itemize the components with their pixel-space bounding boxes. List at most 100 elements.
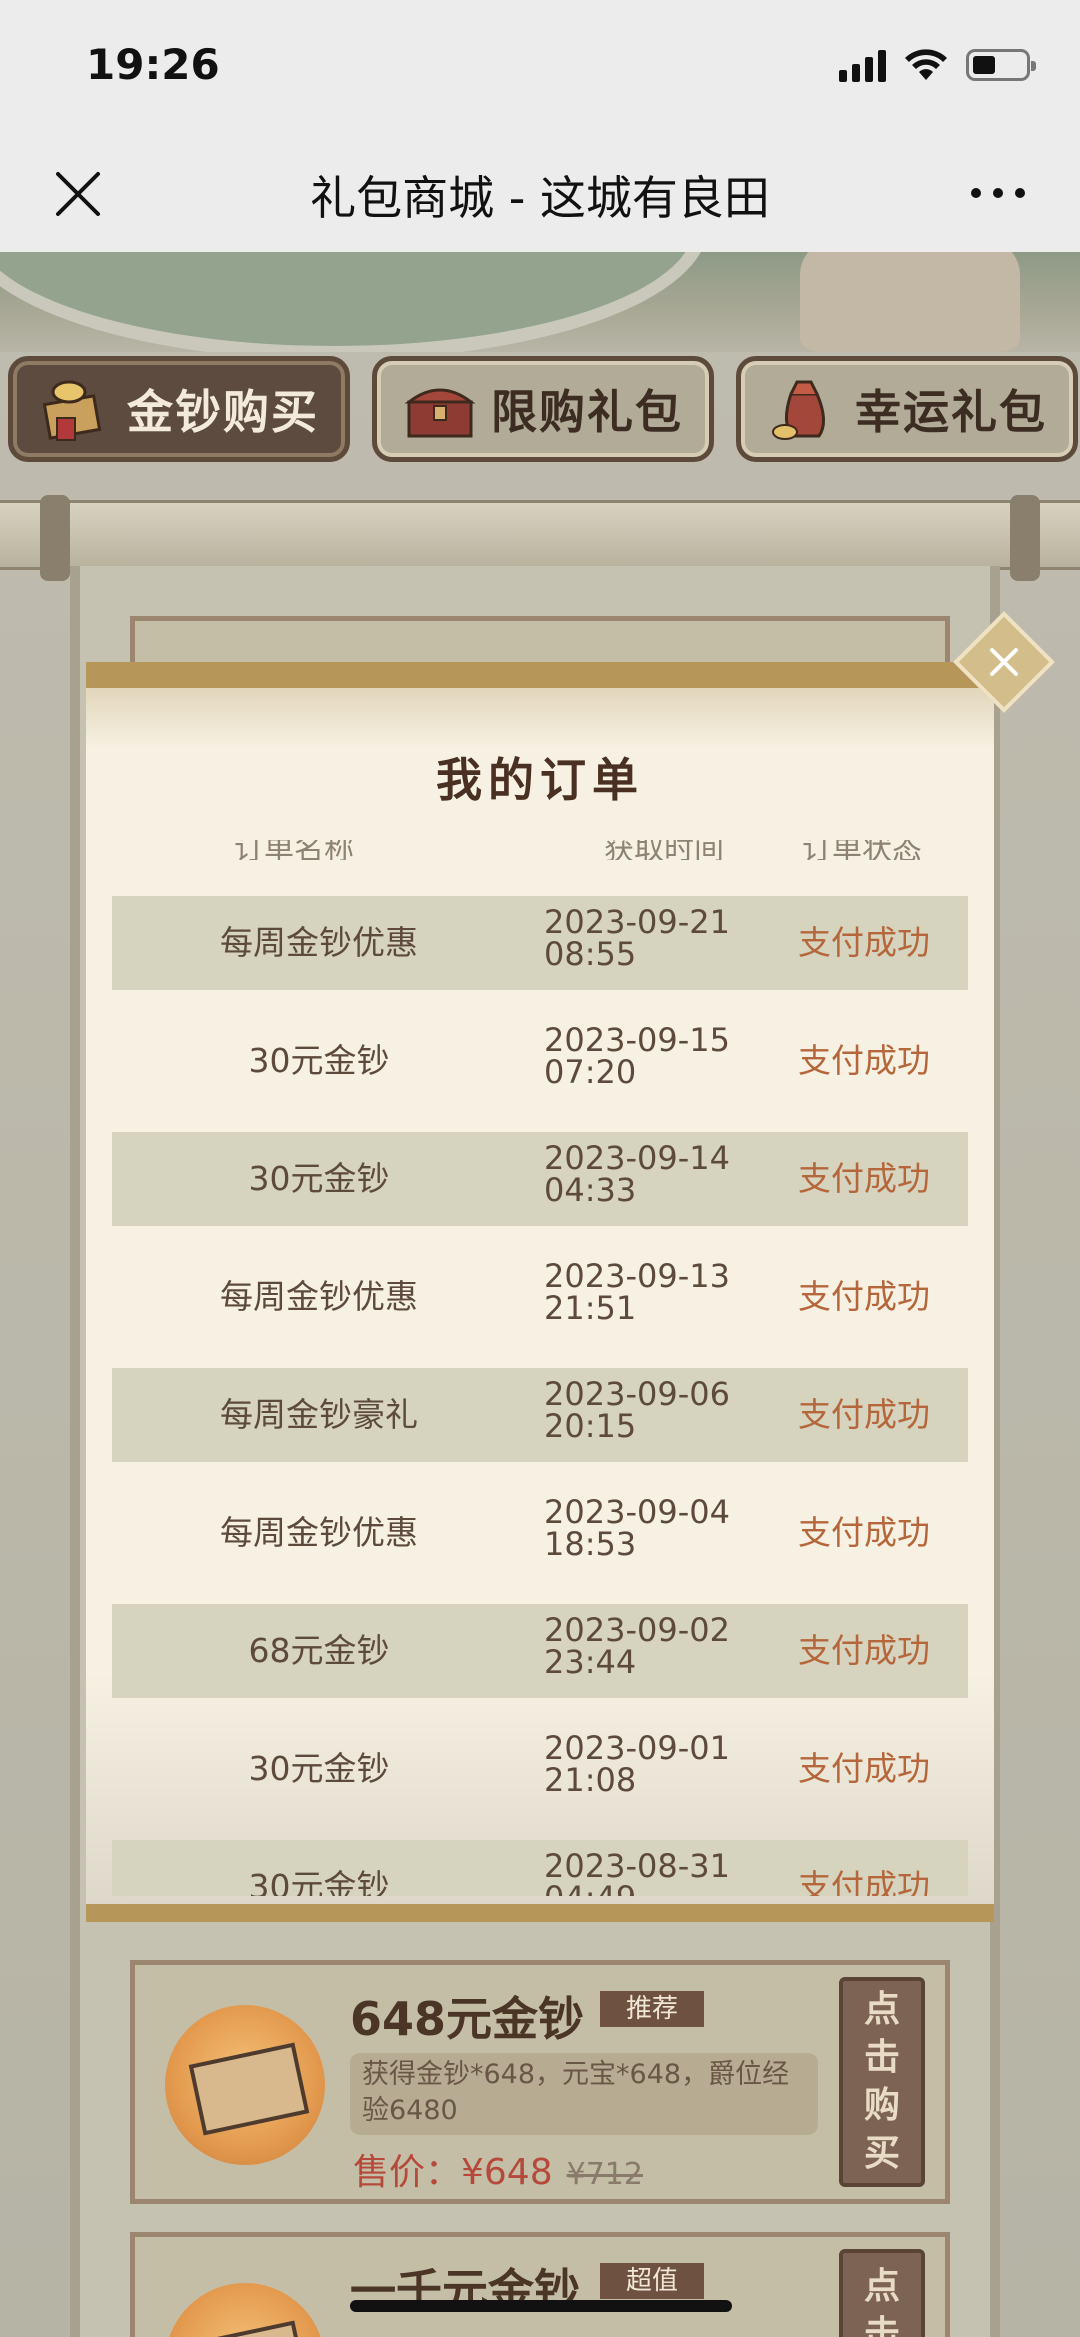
product-title: 648元金钞: [350, 1992, 585, 2046]
product-price: 售价：¥648 ¥712: [353, 2143, 643, 2195]
product-card-1000: 一千元金钞 超值 点 击: [130, 2232, 950, 2337]
order-row: 每周金钞优惠 2023-09-04 18:53 支付成功: [112, 1486, 968, 1580]
order-row: 68元金钞 2023-09-02 23:44 支付成功: [112, 1604, 968, 1698]
order-date: 2023-08-31: [544, 1847, 730, 1885]
buy-label-char: 购: [863, 2085, 900, 2126]
product-description: 获得金钞*648，元宝*648，爵位经验6480: [350, 2053, 818, 2135]
order-modal: 我的订单 订单名称 获取时间 订单状态 每周金钞优惠 2023-09-21 08:…: [86, 662, 994, 1922]
order-name: 30元金钞: [248, 1159, 390, 1198]
order-clock: 21:08: [544, 1761, 637, 1799]
cellular-signal-icon: [839, 48, 886, 82]
original-price: ¥712: [566, 2157, 643, 2192]
battery-icon: [966, 49, 1036, 81]
order-table-header: 订单名称 获取时间 订单状态: [112, 840, 968, 860]
order-name: 30元金钞: [248, 1041, 390, 1080]
header-artwork: [0, 252, 1080, 352]
nav-bar: 礼包商城 - 这城有良田: [0, 134, 1080, 252]
order-row: 每周金钞优惠 2023-09-21 08:55 支付成功: [112, 896, 968, 990]
modal-title: 我的订单: [436, 753, 644, 807]
order-status: 支付成功: [798, 1749, 930, 1788]
order-clock: 20:15: [544, 1407, 637, 1445]
tab-gold-notes[interactable]: 金钞购买: [8, 356, 350, 462]
order-status: 支付成功: [798, 1277, 930, 1316]
lucky-bag-icon: [767, 374, 841, 444]
order-date: 2023-09-02: [544, 1611, 730, 1649]
order-date: 2023-09-06: [544, 1375, 730, 1413]
buy-label-char: 点: [863, 1989, 900, 2030]
order-date: 2023-09-14: [544, 1139, 730, 1177]
column-header: 获取时间: [604, 840, 724, 860]
column-header: 订单状态: [802, 840, 922, 860]
status-time: 19:26: [86, 40, 220, 89]
buy-label-char: 点: [863, 2266, 900, 2307]
order-time: 2023-09-15 07:20: [544, 1024, 764, 1088]
order-clock: 07:20: [544, 1053, 637, 1091]
order-status: 支付成功: [798, 1513, 930, 1552]
current-price: 售价：¥648: [353, 2152, 553, 2193]
scroll-rod-end: [40, 495, 70, 581]
order-name: 每周金钞豪礼: [220, 1395, 418, 1434]
ink-brush-decoration: [86, 688, 994, 748]
order-status: 支付成功: [798, 1159, 930, 1198]
order-time: 2023-09-02 23:44: [544, 1614, 764, 1678]
more-options-icon[interactable]: [968, 178, 1028, 208]
gold-notes-coin-icon: [165, 2005, 325, 2165]
order-clock: 21:51: [544, 1289, 637, 1327]
order-list[interactable]: 每周金钞优惠 2023-09-21 08:55 支付成功 30元金钞 2023-0…: [112, 896, 968, 1896]
modal-bottom-band: [86, 1904, 994, 1922]
order-row: 30元金钞 2023-09-15 07:20 支付成功: [112, 1014, 968, 1108]
order-clock: 08:55: [544, 935, 637, 973]
tab-label: 幸运礼包: [855, 385, 1047, 439]
order-status: 支付成功: [798, 1041, 930, 1080]
home-indicator[interactable]: [350, 2300, 732, 2312]
treasure-chest-icon: [403, 374, 477, 444]
close-icon[interactable]: [968, 626, 1040, 698]
shop-tabs: 金钞购买 限购礼包 幸运礼包: [8, 356, 1078, 462]
status-bar: 19:26: [0, 0, 1080, 134]
order-row: 30元金钞 2023-09-01 21:08 支付成功: [112, 1722, 968, 1816]
order-name: 每周金钞优惠: [220, 1513, 418, 1552]
order-status: 支付成功: [798, 923, 930, 962]
order-date: 2023-09-21: [544, 903, 730, 941]
product-card-648: 648元金钞 推荐 获得金钞*648，元宝*648，爵位经验6480 售价：¥6…: [130, 1960, 950, 2204]
order-status: 支付成功: [798, 1395, 930, 1434]
column-header: 订单名称: [234, 840, 354, 860]
order-time: 2023-09-21 08:55: [544, 906, 764, 970]
order-name: 68元金钞: [248, 1631, 390, 1670]
buy-label-char: 击: [863, 2037, 900, 2078]
order-row: 每周金钞豪礼 2023-09-06 20:15 支付成功: [112, 1368, 968, 1462]
order-time: 2023-08-3104:49: [544, 1850, 764, 1896]
scroll-rod: [0, 495, 1080, 581]
scroll-rod-end: [1010, 495, 1040, 581]
order-date: 2023-09-15: [544, 1021, 730, 1059]
order-date: 2023-09-13: [544, 1257, 730, 1295]
tab-lucky-packs[interactable]: 幸运礼包: [736, 356, 1078, 462]
order-clock: 04:33: [544, 1171, 637, 1209]
order-name: 30元金钞: [248, 1867, 390, 1896]
order-clock: 18:53: [544, 1525, 637, 1563]
tab-limited-packs[interactable]: 限购礼包: [372, 356, 714, 462]
order-name: 每周金钞优惠: [220, 1277, 418, 1316]
modal-top-band: [86, 662, 994, 688]
order-date: 2023-09-04: [544, 1493, 730, 1531]
order-time: 2023-09-13 21:51: [544, 1260, 764, 1324]
order-status: 支付成功: [798, 1867, 930, 1896]
buy-button[interactable]: 点 击 购 买: [839, 1977, 925, 2187]
order-name: 30元金钞: [248, 1749, 390, 1788]
order-name: 每周金钞优惠: [220, 923, 418, 962]
gold-notes-coin-icon: [165, 2283, 325, 2337]
buy-label-char: 击: [863, 2314, 900, 2337]
order-time: 2023-09-14 04:33: [544, 1142, 764, 1206]
order-row: 30元金钞 2023-09-14 04:33 支付成功: [112, 1132, 968, 1226]
tab-label: 限购礼包: [491, 385, 683, 439]
order-row: 每周金钞优惠 2023-09-13 21:51 支付成功: [112, 1250, 968, 1344]
order-time: 2023-09-04 18:53: [544, 1496, 764, 1560]
gold-notes-icon: [39, 374, 113, 444]
order-time: 2023-09-06 20:15: [544, 1378, 764, 1442]
order-date: 2023-09-01: [544, 1729, 730, 1767]
order-time: 2023-09-01 21:08: [544, 1732, 764, 1796]
buy-label-char: 买: [863, 2133, 900, 2174]
order-row: 30元金钞 2023-08-3104:49 支付成功: [112, 1840, 968, 1896]
tab-label: 金钞购买: [127, 385, 319, 439]
buy-button[interactable]: 点 击: [839, 2249, 925, 2337]
